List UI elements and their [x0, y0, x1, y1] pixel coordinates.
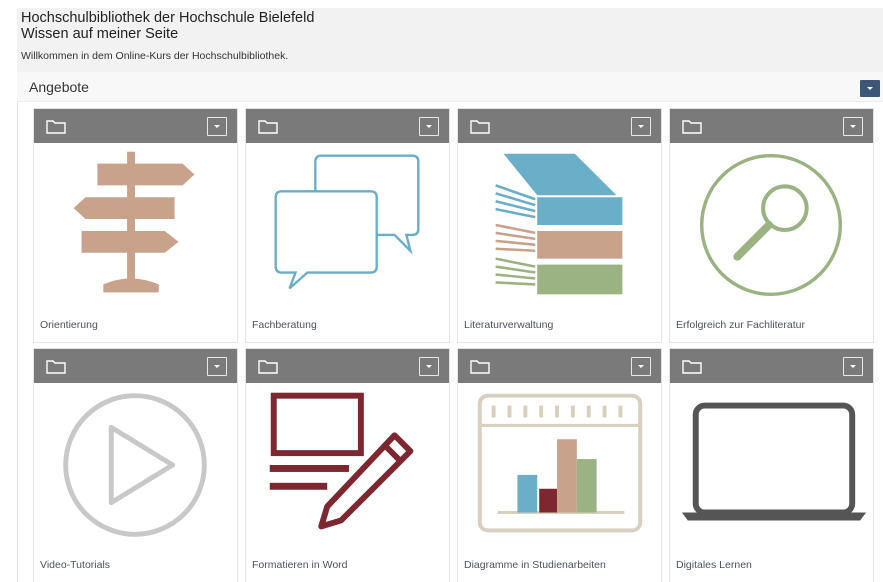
folder-icon: [682, 360, 702, 374]
tile-menu-button[interactable]: [207, 117, 227, 136]
tile-diagramme-in-studienarbeiten[interactable]: Diagramme in Studienarbeiten: [457, 348, 662, 582]
tile-menu-button[interactable]: [843, 357, 863, 376]
laptop-icon: [670, 385, 873, 545]
tile-header: [670, 349, 873, 383]
folder-icon: [470, 360, 490, 374]
tile-menu-button[interactable]: [207, 357, 227, 376]
tile-fachberatung[interactable]: Fachberatung: [245, 108, 450, 343]
welcome-text: Willkommen in dem Online-Kurs der Hochsc…: [21, 50, 289, 62]
section-title: Angebote: [29, 79, 89, 95]
section-header: Angebote: [17, 72, 883, 102]
tile-formatieren-in-word[interactable]: Formatieren in Word: [245, 348, 450, 582]
tile-label[interactable]: Video-Tutorials: [40, 559, 110, 571]
tile-header: [34, 109, 237, 143]
tile-erfolgreich-zur-fachliteratur[interactable]: Erfolgreich zur Fachliteratur: [669, 108, 874, 343]
books-stack-icon: [458, 145, 661, 305]
document-pen-icon: [246, 385, 449, 545]
tile-label[interactable]: Formatieren in Word: [252, 559, 348, 571]
signpost-icon: [34, 145, 237, 305]
magnifier-icon: [670, 145, 873, 305]
tile-label[interactable]: Literaturverwaltung: [464, 319, 553, 331]
tile-menu-button[interactable]: [631, 357, 651, 376]
tile-label[interactable]: Digitales Lernen: [676, 559, 752, 571]
bar-chart-icon: [458, 385, 661, 545]
play-icon: [34, 385, 237, 545]
folder-icon: [470, 120, 490, 134]
folder-icon: [258, 360, 278, 374]
tile-label[interactable]: Diagramme in Studienarbeiten: [464, 559, 606, 571]
left-divider: [17, 102, 18, 582]
tile-menu-button[interactable]: [631, 117, 651, 136]
tile-header: [34, 349, 237, 383]
tile-literaturverwaltung[interactable]: Literaturverwaltung: [457, 108, 662, 343]
tile-video-tutorials[interactable]: Video-Tutorials: [33, 348, 238, 582]
tile-header: [246, 349, 449, 383]
tile-header: [458, 349, 661, 383]
tile-digitales-lernen[interactable]: Digitales Lernen: [669, 348, 874, 582]
speech-bubbles-icon: [246, 145, 449, 305]
folder-icon: [682, 120, 702, 134]
tile-header: [458, 109, 661, 143]
tile-label[interactable]: Orientierung: [40, 319, 98, 331]
course-header: Hochschulbibliothek der Hochschule Biele…: [17, 8, 883, 72]
tile-menu-button[interactable]: [419, 117, 439, 136]
tile-menu-button[interactable]: [843, 117, 863, 136]
tile-header: [246, 109, 449, 143]
course-subtitle: Wissen auf meiner Seite: [21, 26, 179, 42]
tile-label[interactable]: Erfolgreich zur Fachliteratur: [676, 319, 805, 331]
folder-icon: [46, 360, 66, 374]
tile-header: [670, 109, 873, 143]
folder-icon: [258, 120, 278, 134]
tile-menu-button[interactable]: [419, 357, 439, 376]
tile-orientierung[interactable]: Orientierung: [33, 108, 238, 343]
folder-icon: [46, 120, 66, 134]
section-collapse-button[interactable]: [860, 80, 880, 97]
course-title: Hochschulbibliothek der Hochschule Biele…: [21, 10, 315, 26]
tile-label[interactable]: Fachberatung: [252, 319, 317, 331]
